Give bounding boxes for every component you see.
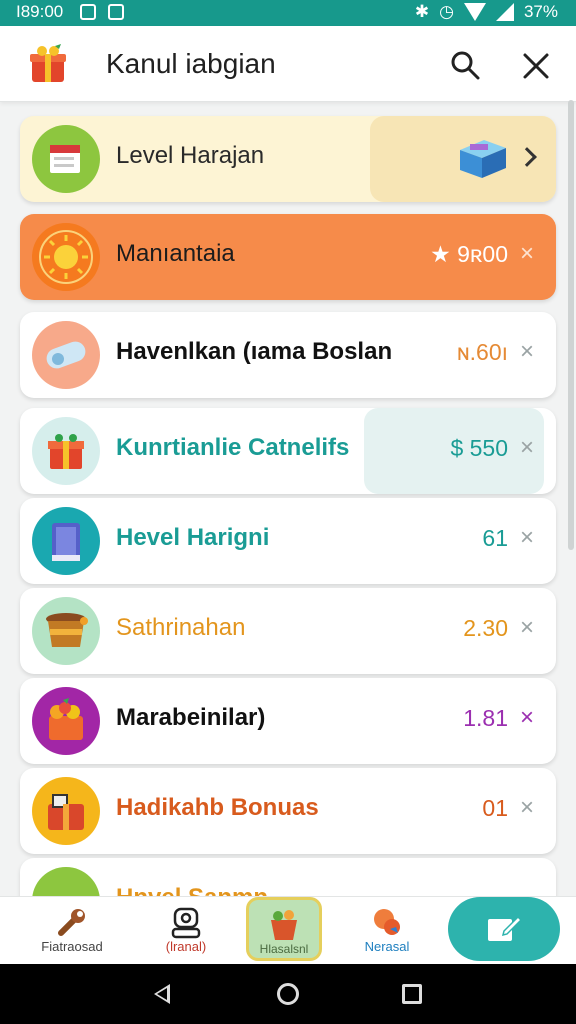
bluetooth-icon: ✱ (414, 2, 430, 21)
list-item-label: Hevel Harigni (116, 524, 270, 551)
nav-label: Hlasalsnl (259, 942, 309, 956)
nav-label: (lranal) (165, 939, 207, 954)
nav-item-nerasal[interactable]: Nerasal (350, 897, 424, 965)
compose-button[interactable] (448, 897, 560, 961)
list-item-label: Sathrinahan (116, 614, 246, 641)
app-header: Kanul iabgian (0, 26, 576, 102)
search-icon[interactable] (450, 50, 480, 80)
wifi-icon (463, 3, 486, 21)
home-icon[interactable] (277, 983, 299, 1005)
gift-basket-icon (32, 687, 100, 755)
system-nav-bar (0, 964, 576, 1024)
list-item-label: Havenlkan (ıama Boslan (116, 338, 393, 365)
edit-icon (488, 915, 522, 941)
signal-icon (495, 3, 514, 21)
bandage-icon (32, 321, 100, 389)
list-item-value: 61 (482, 525, 508, 551)
list-item[interactable]: Level Harajan (20, 116, 556, 202)
status-time: I89:00 (16, 2, 64, 21)
nav-label: Nerasal (364, 939, 410, 954)
pot-icon (32, 597, 100, 665)
gift-icon (30, 44, 66, 82)
cube-icon (460, 140, 506, 178)
back-icon[interactable] (154, 984, 170, 1004)
list-item[interactable]: Hadikahb Bonuas 01 × (20, 768, 556, 854)
sun-icon (32, 223, 100, 291)
list-item-value: ɴ.60ı (456, 339, 508, 365)
list-item-label: Manıantaia (116, 240, 235, 267)
nav-label: Fiatraosad (41, 939, 103, 954)
list-item-value: 01 (482, 795, 508, 821)
close-icon[interactable]: × (520, 704, 534, 732)
close-icon[interactable]: × (520, 434, 534, 462)
list-item[interactable]: Manıantaia ★ 9ʀ00 × (20, 214, 556, 300)
list-item[interactable]: Hevel Harigni 61 × (20, 498, 556, 584)
list-item-label: Marabeinilar) (116, 704, 266, 731)
close-icon[interactable]: × (520, 240, 534, 268)
nav-item-lranal[interactable]: (lranal) (140, 897, 232, 965)
list-item[interactable]: Marabeinilar) 1.81 × (20, 678, 556, 764)
list-item-value: $ 550 (450, 435, 508, 461)
nav-item-fiatraosad[interactable]: Fiatraosad (20, 897, 124, 965)
wrench-icon (58, 909, 85, 936)
list-item-label: Hadikahb Bonuas (116, 794, 319, 821)
book-icon (32, 507, 100, 575)
list-item-value: ★ 9ʀ00 (430, 241, 508, 267)
close-icon[interactable] (520, 50, 552, 82)
robot-icon (171, 907, 201, 939)
nav-item-hlasalsnl[interactable]: Hlasalsnl (246, 897, 322, 961)
list-item-label: Level Harajan (116, 142, 265, 169)
list-item[interactable]: Kunrtianlie Catnelifs $ 550 × (20, 408, 556, 494)
close-icon[interactable]: × (520, 794, 534, 822)
gift-icon (32, 777, 100, 845)
list-item-value: 2.30 (463, 615, 508, 641)
page-title: Kanul iabgian (106, 48, 276, 79)
list-item[interactable]: Havenlkan (ıama Boslan ɴ.60ı × (20, 312, 556, 398)
notification-icon (108, 4, 124, 20)
bag-icon (374, 909, 400, 935)
list-item[interactable]: Sathrinahan 2.30 × (20, 588, 556, 674)
list-item-label: Kunrtianlie Catnelifs (116, 434, 350, 461)
basket-icon (271, 910, 297, 940)
close-icon[interactable]: × (520, 524, 534, 552)
list-item-value: 1.81 (463, 705, 508, 731)
status-bar: I89:00 ✱ ◷ 37% (0, 0, 576, 26)
notification-icon (80, 4, 96, 20)
recent-apps-icon[interactable] (402, 984, 422, 1004)
battery-percent: 37% (523, 2, 558, 21)
gift-icon (32, 417, 100, 485)
bottom-nav: Fiatraosad (lranal) Hlasalsnl Nerasal (0, 896, 576, 964)
book-icon (32, 125, 100, 193)
close-icon[interactable]: × (520, 614, 534, 642)
scrollbar[interactable] (568, 100, 574, 550)
alarm-icon: ◷ (439, 2, 454, 21)
close-icon[interactable]: × (520, 338, 534, 366)
